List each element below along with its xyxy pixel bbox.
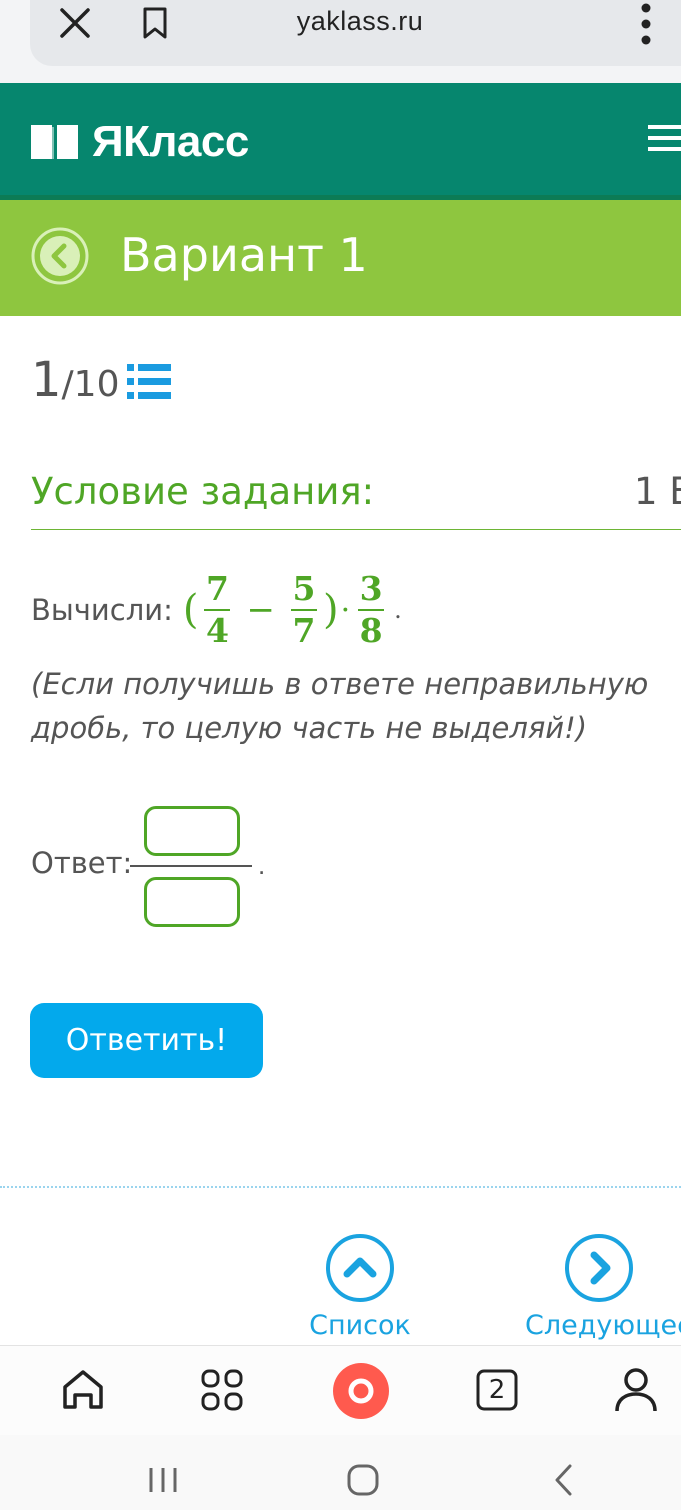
tabs-icon[interactable]: 2 — [472, 1362, 522, 1418]
math-expression: ( 7 4 − 5 7 ) · 3 8 . — [183, 571, 402, 649]
more-vertical-icon[interactable] — [634, 2, 658, 46]
fraction-3-denominator: 8 — [359, 611, 383, 650]
task-divider — [31, 529, 681, 530]
home-icon[interactable] — [58, 1362, 108, 1418]
book-icon — [31, 125, 78, 159]
bookmark-icon[interactable] — [140, 6, 170, 40]
page-title: Вариант 1 — [120, 228, 368, 282]
fraction-3-numerator: 3 — [359, 569, 383, 608]
fraction-2-denominator: 7 — [292, 611, 316, 650]
title-bar: Вариант 1 — [0, 200, 681, 316]
logo[interactable]: ЯКласс — [30, 117, 249, 167]
task-prompt: Вычисли: — [31, 593, 173, 627]
counter-total: /10 — [61, 364, 120, 405]
expression-period: . — [394, 596, 402, 624]
fraction-1-numerator: 7 — [206, 569, 229, 608]
site-header: ЯКласс — [0, 83, 681, 195]
task-note: (Если получишь в ответе неправильную дро… — [31, 667, 649, 745]
answer-fraction-bar — [130, 865, 252, 867]
list-nav-label[interactable]: Список — [300, 1310, 420, 1341]
task-points: 1 Б. — [634, 470, 681, 513]
chevron-up-icon — [326, 1234, 394, 1302]
logo-text: ЯКласс — [92, 117, 249, 166]
list-nav-button[interactable] — [324, 1232, 396, 1304]
submit-answer-button[interactable]: Ответить! — [30, 1003, 263, 1078]
next-nav-label[interactable]: Следующее — [525, 1310, 681, 1341]
browser-address-bar: yaklass.ru — [0, 0, 681, 83]
apps-grid-icon[interactable] — [197, 1362, 247, 1418]
fraction-1: 7 4 — [204, 569, 231, 650]
answer-period: . — [258, 850, 266, 880]
fraction-2-numerator: 5 — [292, 569, 316, 608]
recent-apps-icon[interactable] — [143, 1460, 183, 1500]
minus-sign: − — [246, 590, 275, 630]
close-icon[interactable] — [58, 6, 92, 40]
dotted-divider — [0, 1186, 681, 1188]
tabs-count: 2 — [488, 1375, 506, 1405]
back-button[interactable] — [30, 226, 90, 286]
denominator-input[interactable] — [144, 877, 240, 927]
url-text[interactable]: yaklass.ru — [200, 6, 520, 37]
open-paren: ( — [182, 587, 199, 633]
task-counter: 1 /10 — [31, 352, 119, 408]
back-icon[interactable] — [545, 1460, 585, 1500]
hamburger-menu-icon[interactable] — [648, 121, 681, 155]
voice-assistant-icon[interactable] — [332, 1362, 390, 1420]
task-text: Вычисли: ( 7 4 − 5 7 ) · 3 8 . — [31, 560, 402, 660]
times-dot: · — [340, 592, 351, 628]
answer-label: Ответ: — [31, 846, 133, 880]
close-paren: ) — [322, 587, 339, 633]
home-button-icon[interactable] — [343, 1460, 383, 1500]
profile-icon[interactable] — [611, 1362, 661, 1418]
fraction-1-denominator: 4 — [206, 611, 229, 650]
list-icon[interactable] — [127, 362, 171, 402]
chevron-right-icon — [565, 1234, 633, 1302]
task-heading: Условие задания: — [31, 470, 375, 513]
counter-current: 1 — [31, 352, 62, 408]
fraction-3: 3 8 — [358, 569, 385, 650]
numerator-input[interactable] — [144, 806, 240, 856]
fraction-2: 5 7 — [290, 569, 317, 650]
next-nav-button[interactable] — [563, 1232, 635, 1304]
